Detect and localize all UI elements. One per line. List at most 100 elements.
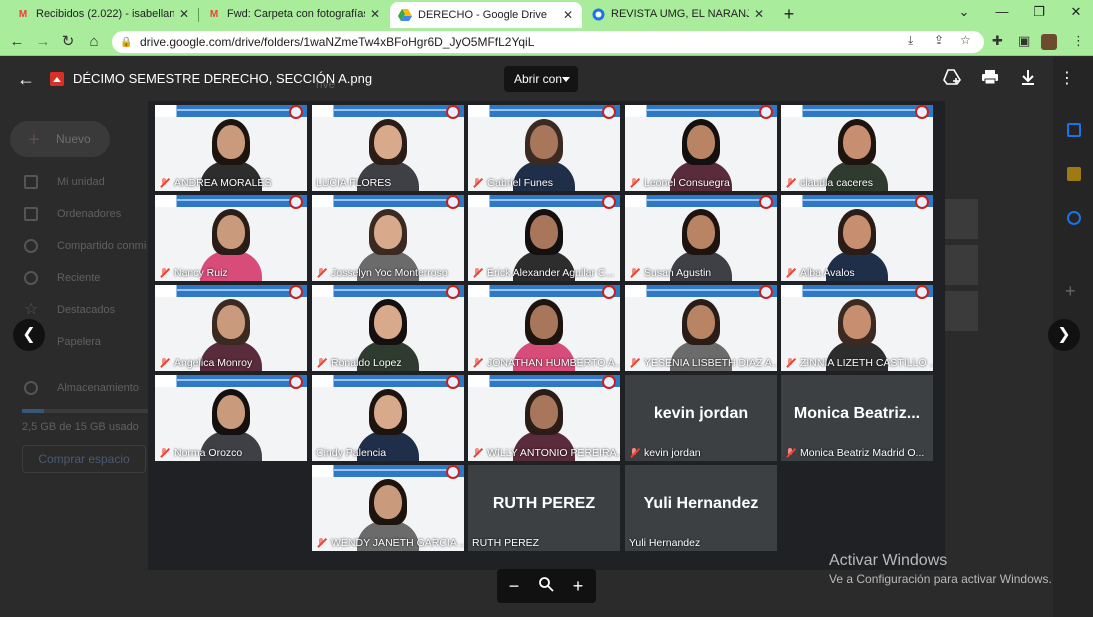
participant-name: Gabriel Funes <box>487 177 553 189</box>
mic-muted-icon <box>472 178 482 188</box>
participant-name: Erick Alexander Aguilar C... <box>487 267 615 279</box>
participant-name-label: LUCIA FLORES <box>312 175 464 191</box>
profile-avatar[interactable] <box>1041 34 1057 50</box>
mic-muted-icon <box>629 268 639 278</box>
storage-progress <box>22 409 162 413</box>
new-tab-button[interactable]: + <box>779 4 799 24</box>
open-with-label: Abrir con <box>514 72 563 86</box>
open-with-button[interactable]: Abrir con <box>504 66 578 92</box>
menu-kebab-icon[interactable]: ⋮ <box>1072 33 1085 49</box>
more-options-icon[interactable]: ⋮ <box>1057 69 1077 89</box>
nav-my-drive[interactable]: Mi unidad <box>57 176 105 188</box>
nav-computers[interactable]: Ordenadores <box>57 208 121 220</box>
virtual-background-band <box>312 105 464 117</box>
participant-name-label: WILLY ANTONIO PEREIRA... <box>468 445 620 461</box>
participant-name-label: Monica Beatriz Madrid O... <box>781 445 933 461</box>
tab-google-drive[interactable]: DERECHO - Google Drive ✕ <box>390 2 582 28</box>
university-seal-icon <box>602 285 616 299</box>
participant-face <box>687 215 715 249</box>
participant-face <box>217 305 245 339</box>
download-icon[interactable] <box>1018 69 1038 89</box>
participant-name-label: Josselyn Yoc Monterroso <box>312 265 464 281</box>
participant-tile: Monica Beatriz... Monica Beatriz Madrid O… <box>781 375 933 461</box>
minimize-icon[interactable]: — <box>992 4 1012 19</box>
image-preview: ANDREA MORALES LUCIA FLORES Gabriel Funes L… <box>148 101 945 570</box>
share-icon[interactable]: ⇪ <box>934 33 944 47</box>
close-icon[interactable]: ✕ <box>178 7 190 21</box>
participant-name-label: Gabriel Funes <box>468 175 620 191</box>
buy-storage-button[interactable]: Comprar espacio <box>22 445 146 473</box>
reload-icon[interactable]: ↻ <box>58 32 78 52</box>
tab-gmail-fwd[interactable]: M Fwd: Carpeta con fotografías par ✕ <box>199 2 389 26</box>
back-arrow-icon[interactable]: ← <box>7 32 27 52</box>
participant-tile: Nancy Ruiz <box>155 195 307 281</box>
participant-name-label: kevin jordan <box>625 445 777 461</box>
participant-face <box>843 125 871 159</box>
add-addon-icon[interactable]: + <box>1065 281 1076 302</box>
zoom-in-button[interactable]: + <box>567 575 589 597</box>
participant-name-label: Norma Orozco <box>155 445 307 461</box>
participant-name: RUTH PEREZ <box>472 537 540 549</box>
mic-muted-icon <box>629 358 639 368</box>
address-bar[interactable]: 🔒 drive.google.com/drive/folders/1waNZme… <box>112 31 984 53</box>
virtual-background-band <box>468 195 620 207</box>
close-icon[interactable]: ✕ <box>562 8 574 22</box>
keep-icon[interactable] <box>1067 167 1081 181</box>
participant-name: Alba Avalos <box>800 267 855 279</box>
back-arrow-icon[interactable]: ← <box>16 69 36 89</box>
mic-muted-icon <box>316 268 326 278</box>
mic-muted-icon <box>785 268 795 278</box>
close-icon[interactable]: ✕ <box>753 7 765 21</box>
new-button[interactable]: + Nuevo <box>10 121 110 157</box>
nav-recent[interactable]: Reciente <box>57 272 100 284</box>
participant-name: Angelica Monroy <box>174 357 253 369</box>
windows-activation-title: Activar Windows <box>829 552 948 569</box>
participant-name: Monica Beatriz Madrid O... <box>800 447 925 459</box>
participant-display-name: kevin jordan <box>653 405 749 422</box>
participant-face <box>374 395 402 429</box>
university-seal-icon <box>915 195 929 209</box>
tab-search-icon[interactable]: ⌄ <box>954 4 974 20</box>
file-thumbnail[interactable] <box>944 291 978 331</box>
participant-tile: JONATHAN HUMBERTO A... <box>468 285 620 371</box>
nav-starred[interactable]: Destacados <box>57 304 115 316</box>
image-file-icon <box>50 72 64 86</box>
participant-name-label: Cindy Palencia <box>312 445 464 461</box>
participant-tile: Josselyn Yoc Monterroso <box>312 195 464 281</box>
forward-arrow-icon[interactable]: → <box>33 32 53 52</box>
clock-icon <box>24 271 38 285</box>
home-icon[interactable]: ⌂ <box>84 32 104 52</box>
participant-tile: Gabriel Funes <box>468 105 620 191</box>
extensions-icon[interactable]: ✚ <box>992 33 1003 49</box>
calendar-icon[interactable] <box>1067 123 1081 137</box>
viewer-header: ← DÉCIMO SEMESTRE DERECHO, SECCIÓN A.png… <box>0 57 1093 101</box>
file-thumbnail[interactable] <box>944 199 978 239</box>
install-icon[interactable]: ⤓ <box>908 33 913 48</box>
previous-file-button[interactable]: ❮ <box>13 319 45 351</box>
participant-name-label: Erick Alexander Aguilar C... <box>468 265 620 281</box>
site-icon <box>591 7 605 21</box>
zoom-out-button[interactable]: − <box>503 575 525 597</box>
bookmark-star-icon[interactable]: ☆ <box>960 33 971 47</box>
university-seal-icon <box>446 465 460 479</box>
zoom-magnifier-icon[interactable] <box>535 575 557 597</box>
tab-revista-umg[interactable]: REVISTA UMG, EL NARANJO - Re ✕ <box>583 2 773 26</box>
add-to-drive-icon[interactable] <box>942 69 962 89</box>
participant-tile: Alba Avalos <box>781 195 933 281</box>
nav-shared[interactable]: Compartido conmigo <box>57 240 147 252</box>
university-seal-icon <box>289 105 303 119</box>
file-thumbnail[interactable] <box>944 245 978 285</box>
side-panel-icon[interactable]: ▣ <box>1018 33 1030 49</box>
virtual-background-band <box>468 105 620 117</box>
mic-muted-icon <box>159 448 169 458</box>
nav-trash[interactable]: Papelera <box>57 336 101 348</box>
star-icon: ☆ <box>24 301 39 318</box>
next-file-button[interactable]: ❯ <box>1048 319 1080 351</box>
print-icon[interactable] <box>980 69 1000 89</box>
restore-icon[interactable]: ❐ <box>1029 4 1049 20</box>
close-window-icon[interactable]: ✕ <box>1066 4 1086 20</box>
close-icon[interactable]: ✕ <box>369 7 381 21</box>
mic-muted-icon <box>472 448 482 458</box>
tab-gmail-inbox[interactable]: M Recibidos (2.022) - isabellanorieg ✕ <box>8 2 198 26</box>
tasks-icon[interactable] <box>1067 211 1081 225</box>
